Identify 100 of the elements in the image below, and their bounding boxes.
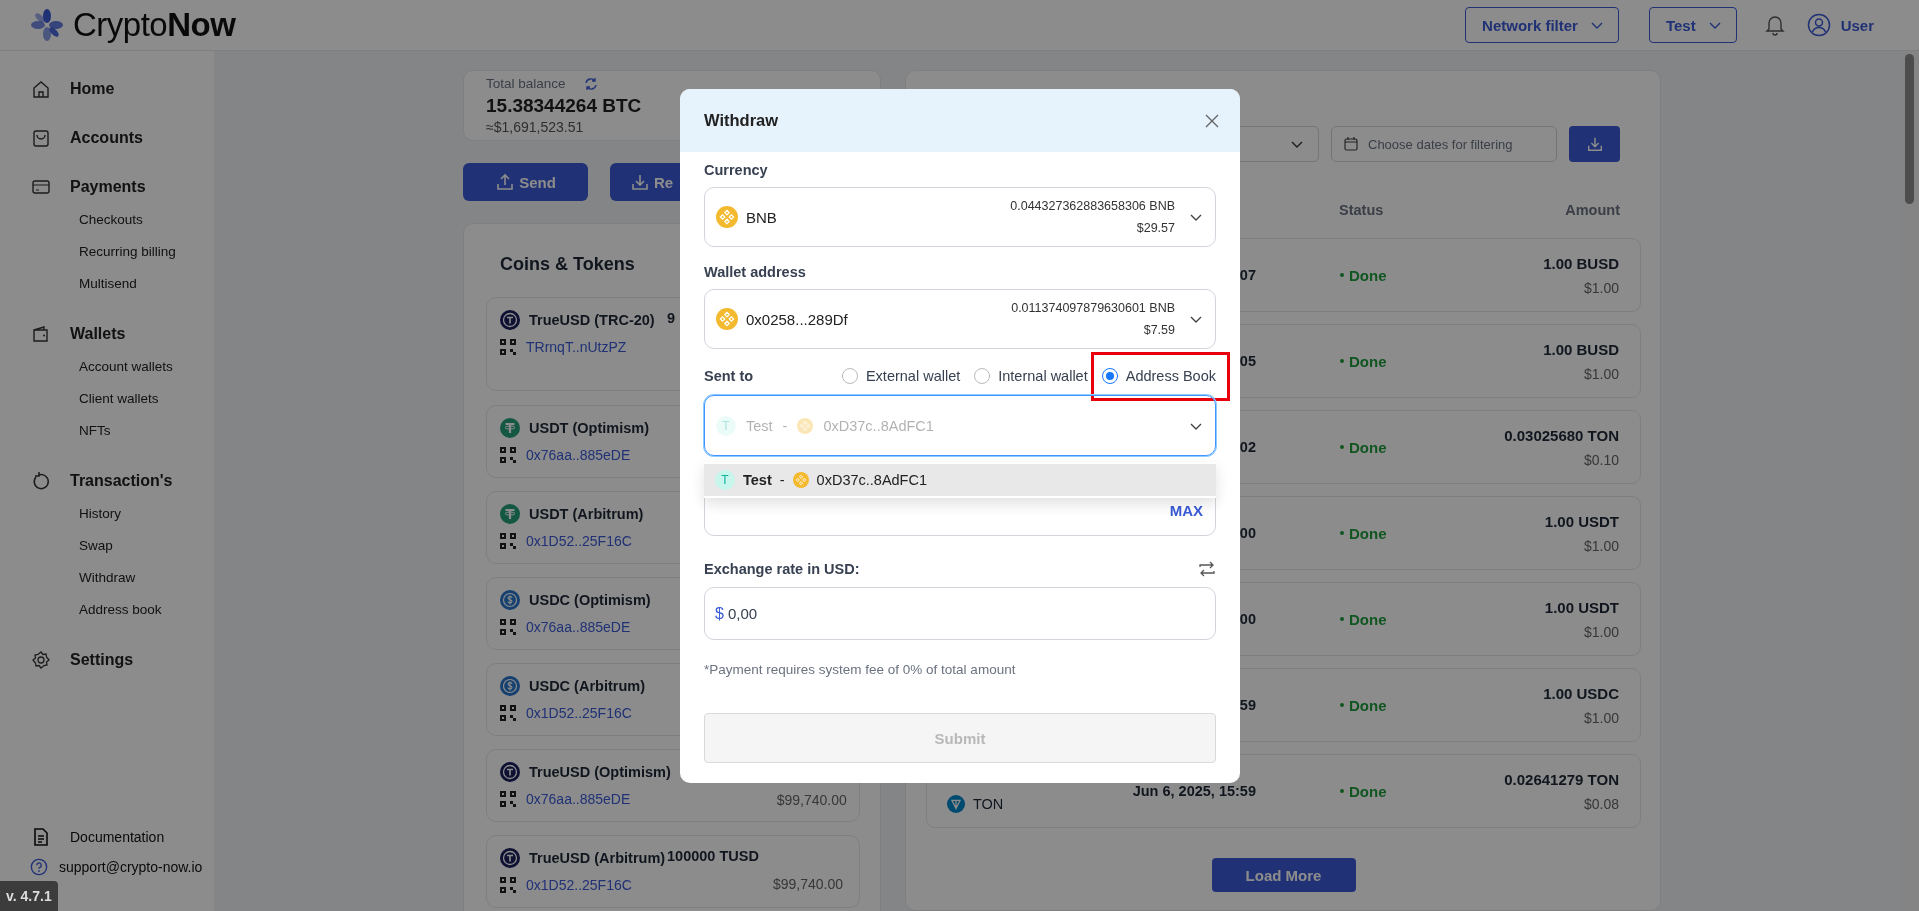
user-icon[interactable] (1806, 13, 1831, 37)
field-label: Exchange rate in USD: (704, 561, 860, 577)
status-label: Done (1349, 610, 1387, 628)
coin-logo-icon (500, 590, 520, 610)
coin-name: USDC (Optimism) (529, 592, 651, 608)
coin-usd-value: $99,740.00 (776, 792, 847, 808)
bell-icon[interactable] (1764, 14, 1785, 36)
bnb-logo-icon (716, 308, 738, 330)
scrollbar-thumb[interactable] (1905, 54, 1914, 204)
transaction-usd-value: $1.00 (1583, 623, 1619, 640)
status-label: Done (1349, 266, 1387, 284)
coin-name: TrueUSD (Arbitrum) (529, 850, 666, 866)
wallet-address-link[interactable]: 0x76aa..885eDE (526, 619, 631, 635)
transaction-usd-value: $1.00 (1583, 365, 1619, 382)
coin-amount: 9 (667, 310, 676, 326)
date-placeholder: Choose dates for filtering (1368, 136, 1513, 152)
upload-icon (495, 172, 516, 192)
qr-code-icon[interactable] (500, 791, 516, 807)
transaction-amount: 0.02641279 TON (1504, 770, 1619, 788)
send-button[interactable]: Send (463, 163, 588, 201)
coin-name: TrueUSD (TRC-20) (529, 312, 655, 328)
nav-subitem[interactable]: Checkouts (31, 203, 214, 235)
network-filter-dropdown[interactable]: Network filter (1465, 7, 1619, 43)
qr-code-icon[interactable] (500, 619, 516, 635)
transaction-date: 00 (1239, 611, 1256, 627)
field-label: Sent to (704, 368, 755, 384)
currency-select[interactable]: BNB 0.044327362883658306 BNB $29.57 (704, 187, 1216, 247)
qr-code-icon[interactable] (500, 533, 516, 549)
wallet-select[interactable]: 0x0258...289Df 0.011374097879630601 BNB $7.59 (704, 289, 1216, 349)
selected-value: 0x0258...289Df (746, 310, 848, 328)
nav-subitem[interactable]: NFTs (31, 414, 214, 446)
balance-amount: 0.011374097879630601 BNB (1011, 301, 1175, 315)
exchange-rate-field[interactable]: $ 0,00 (704, 587, 1216, 640)
radio-option[interactable]: Address Book (1101, 368, 1216, 384)
status-dot (1340, 359, 1344, 363)
coin-logo-icon (500, 310, 520, 330)
nav-subitem[interactable]: Account wallets (31, 350, 214, 382)
status-label: Done (1349, 524, 1387, 542)
balance-label: Total balance (486, 76, 566, 91)
status-label: Done (1349, 352, 1387, 370)
wallet-address-link[interactable]: 0x1D52..25F16C (526, 705, 632, 721)
balance-amount: 15.38344264 BTC (486, 95, 642, 117)
qr-code-icon[interactable] (500, 339, 516, 355)
nav-item[interactable]: Transaction's (31, 467, 214, 495)
status-dot (1340, 617, 1344, 621)
wallet-address-link[interactable]: 0x76aa..885eDE (526, 791, 631, 807)
qr-code-icon[interactable] (500, 705, 516, 721)
radio-button[interactable] (1101, 368, 1118, 384)
download-button[interactable] (1569, 126, 1620, 162)
coin-logo-icon (500, 504, 520, 524)
wallet-address-link[interactable]: 0x76aa..885eDE (526, 447, 631, 463)
nav-item[interactable]: Wallets (31, 320, 214, 348)
house-icon (31, 79, 51, 99)
nav-item[interactable]: Payments (31, 173, 214, 201)
swap-icon[interactable] (1198, 560, 1216, 578)
nav-subitem[interactable]: Withdraw (31, 561, 214, 593)
date-filter-field[interactable]: Choose dates for filtering (1331, 126, 1557, 162)
field-value: 0,00 (727, 605, 758, 622)
radio-button[interactable] (841, 368, 858, 384)
account-dropdown[interactable]: Test (1648, 7, 1737, 43)
bnb-logo-icon (797, 417, 814, 434)
nav-subitem[interactable]: Swap (31, 529, 214, 561)
max-link[interactable]: MAX (1169, 501, 1203, 519)
nav-subitem[interactable]: Recurring billing (31, 235, 214, 267)
card-icon (31, 177, 51, 197)
coin-logo-icon (500, 848, 520, 868)
status-label: Done (1349, 696, 1387, 714)
nav-item[interactable]: Accounts (31, 124, 214, 152)
wallet-address-link[interactable]: 0x1D52..25F16C (526, 533, 632, 549)
balance-usd: ≈$1,691,523.51 (486, 119, 584, 135)
refresh-icon[interactable] (583, 76, 598, 91)
nav-subitem[interactable]: Address book (31, 593, 214, 625)
wallet-address-link[interactable]: TRrnqT..nUtzPZ (526, 339, 627, 355)
nav-item[interactable]: Settings (31, 646, 214, 674)
calendar-icon (1344, 137, 1358, 151)
transaction-amount: 1.00 BUSD (1543, 340, 1619, 358)
column-header: Status (1339, 202, 1384, 218)
qr-code-icon[interactable] (500, 877, 516, 893)
bnb-logo-icon (792, 472, 809, 488)
qr-code-icon[interactable] (500, 447, 516, 463)
user-name[interactable]: User (1840, 16, 1874, 34)
nav-link[interactable]: support@crypto-now.io (59, 859, 203, 875)
transaction-date: 00 (1239, 525, 1256, 541)
transaction-usd-value: $1.00 (1583, 279, 1619, 296)
transaction-date: 05 (1239, 353, 1256, 369)
dropdown-option[interactable]: T Test - 0xD37c..8AdFC1 (704, 464, 1216, 496)
coin-logo-icon (500, 676, 520, 696)
radio-option[interactable]: Internal wallet (974, 368, 1088, 384)
nav-subitem[interactable]: Client wallets (31, 382, 214, 414)
coin-logo-icon (500, 418, 520, 438)
transaction-amount: 1.00 BUSD (1543, 254, 1619, 272)
nav-subitem[interactable]: History (31, 497, 214, 529)
wallet-address-link[interactable]: 0x1D52..25F16C (526, 877, 632, 893)
nav-subitem[interactable]: Multisend (31, 267, 214, 299)
nav-link[interactable]: Documentation (70, 828, 165, 845)
close-icon[interactable] (1204, 112, 1220, 129)
radio-button[interactable] (974, 368, 991, 384)
nav-item[interactable]: Home (31, 75, 214, 103)
load-more-button[interactable]: Load More (1211, 858, 1356, 892)
coin-card[interactable]: TrueUSD (Arbitrum) 0x1D52..25F16C 100000 TUSD $99,740.00 (486, 835, 860, 908)
